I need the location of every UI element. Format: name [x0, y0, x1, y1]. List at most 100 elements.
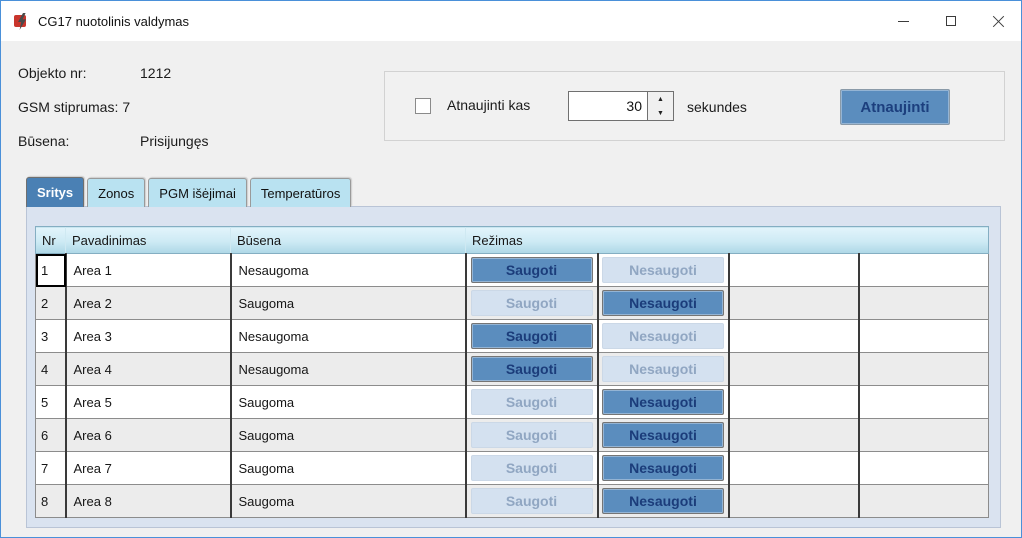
- tab-temperaturos[interactable]: Temperatūros: [249, 178, 352, 207]
- disarm-button-cell: Nesaugoti: [597, 451, 730, 485]
- empty-cell: [857, 286, 990, 320]
- stepper-down-button[interactable]: ▼: [648, 106, 673, 120]
- empty-cell: [728, 319, 860, 353]
- empty-cell: [857, 484, 990, 518]
- disarm-button[interactable]: Nesaugoti: [602, 455, 724, 481]
- lightning-bolt-icon: [14, 12, 29, 30]
- arm-button[interactable]: Saugoti: [470, 323, 593, 349]
- disarm-button[interactable]: Nesaugoti: [602, 488, 724, 514]
- arm-button[interactable]: Saugoti: [470, 455, 593, 481]
- empty-cell: [857, 352, 990, 386]
- disarm-button[interactable]: Nesaugoti: [602, 422, 724, 448]
- row-number-cell[interactable]: 6: [35, 418, 67, 452]
- empty-cell: [728, 418, 860, 452]
- table-row: 2 Area 2 Saugoma Saugoti Nesaugoti: [35, 286, 990, 320]
- area-state-cell: Nesaugoma: [230, 319, 467, 353]
- disarm-button[interactable]: Nesaugoti: [602, 323, 724, 349]
- arm-button[interactable]: Saugoti: [470, 389, 593, 415]
- area-name-cell[interactable]: Area 6: [65, 418, 232, 452]
- area-name-cell[interactable]: Area 1: [65, 253, 232, 287]
- disarm-button-cell: Nesaugoti: [597, 319, 730, 353]
- disarm-button[interactable]: Nesaugoti: [602, 290, 724, 316]
- arm-button[interactable]: Saugoti: [470, 356, 593, 382]
- arm-button-cell: Saugoti: [465, 253, 599, 287]
- row-number-cell[interactable]: 7: [35, 451, 67, 485]
- minimize-button[interactable]: [880, 1, 927, 41]
- close-button[interactable]: [974, 1, 1021, 41]
- arm-button[interactable]: Saugoti: [470, 257, 593, 283]
- tab-sritys[interactable]: Sritys: [26, 177, 85, 207]
- chevron-down-icon: ▼: [657, 109, 664, 117]
- row-number-cell[interactable]: 4: [35, 352, 67, 386]
- empty-cell: [728, 385, 860, 419]
- table-body: 1 Area 1 Nesaugoma Saugoti Nesaugoti 2 A…: [35, 253, 990, 518]
- auto-refresh-groupbox: Atnaujinti kas ▲ ▼ sekundes Atnaujinti: [384, 71, 1005, 141]
- auto-refresh-checkbox[interactable]: [415, 98, 431, 114]
- object-number-row: Objekto nr: 1212: [18, 65, 171, 81]
- arm-button-cell: Saugoti: [465, 319, 599, 353]
- arm-button-cell: Saugoti: [465, 385, 599, 419]
- arm-button-cell: Saugoti: [465, 484, 599, 518]
- seconds-label: sekundes: [687, 99, 747, 115]
- empty-cell: [857, 451, 990, 485]
- row-number-cell[interactable]: 8: [35, 484, 67, 518]
- gsm-strength-value: 7: [122, 99, 131, 115]
- status-row: Būsena: Prisijungęs: [18, 133, 208, 149]
- disarm-button-cell: Nesaugoti: [597, 253, 730, 287]
- row-number-cell[interactable]: 2: [35, 286, 67, 320]
- gsm-strength-label: GSM stiprumas:: [18, 99, 119, 115]
- empty-cell: [728, 451, 860, 485]
- tab-zonos[interactable]: Zonos: [87, 178, 146, 207]
- table-row: 7 Area 7 Saugoma Saugoti Nesaugoti: [35, 451, 990, 485]
- table-row: 6 Area 6 Saugoma Saugoti Nesaugoti: [35, 418, 990, 452]
- empty-cell: [728, 352, 860, 386]
- disarm-button[interactable]: Nesaugoti: [602, 389, 724, 415]
- empty-cell: [857, 253, 990, 287]
- arm-button[interactable]: Saugoti: [470, 488, 593, 514]
- status-label: Būsena:: [18, 133, 70, 149]
- table-row: 5 Area 5 Saugoma Saugoti Nesaugoti: [35, 385, 990, 419]
- disarm-button[interactable]: Nesaugoti: [602, 257, 724, 283]
- disarm-button-cell: Nesaugoti: [597, 484, 730, 518]
- areas-tab-panel: Nr Pavadinimas Būsena Režimas 1 Area 1 N…: [26, 206, 1001, 528]
- empty-cell: [857, 385, 990, 419]
- empty-cell: [857, 319, 990, 353]
- refresh-button[interactable]: Atnaujinti: [840, 89, 950, 125]
- area-name-cell[interactable]: Area 2: [65, 286, 232, 320]
- arm-button-cell: Saugoti: [465, 418, 599, 452]
- area-name-cell[interactable]: Area 3: [65, 319, 232, 353]
- maximize-button[interactable]: [927, 1, 974, 41]
- area-name-cell[interactable]: Area 7: [65, 451, 232, 485]
- row-number-cell[interactable]: 1: [35, 253, 67, 287]
- header-rezimas: Režimas: [464, 226, 990, 254]
- app-window: CG17 nuotolinis valdymas Objekto nr: 1212…: [0, 0, 1022, 538]
- interval-input[interactable]: [568, 91, 648, 121]
- header-pavadinimas: Pavadinimas: [65, 226, 231, 254]
- disarm-button[interactable]: Nesaugoti: [602, 356, 724, 382]
- areas-table: Nr Pavadinimas Būsena Režimas 1 Area 1 N…: [35, 226, 990, 518]
- disarm-button-cell: Nesaugoti: [597, 385, 730, 419]
- close-icon: [991, 15, 1005, 28]
- row-number-cell[interactable]: 3: [35, 319, 67, 353]
- tab-pgm-isejimai[interactable]: PGM išėjimai: [148, 178, 247, 207]
- area-state-cell: Nesaugoma: [230, 253, 467, 287]
- disarm-button-cell: Nesaugoti: [597, 286, 730, 320]
- empty-cell: [728, 484, 860, 518]
- arm-button[interactable]: Saugoti: [470, 290, 593, 316]
- stepper-up-button[interactable]: ▲: [648, 92, 673, 106]
- area-state-cell: Saugoma: [230, 484, 467, 518]
- table-row: 1 Area 1 Nesaugoma Saugoti Nesaugoti: [35, 253, 990, 287]
- header-nr: Nr: [35, 226, 66, 254]
- minimize-icon: [898, 20, 909, 22]
- area-name-cell[interactable]: Area 5: [65, 385, 232, 419]
- area-state-cell: Saugoma: [230, 286, 467, 320]
- area-name-cell[interactable]: Area 4: [65, 352, 232, 386]
- interval-input-group: ▲ ▼: [568, 91, 674, 121]
- arm-button[interactable]: Saugoti: [470, 422, 593, 448]
- area-state-cell: Saugoma: [230, 385, 467, 419]
- title-bar: CG17 nuotolinis valdymas: [1, 1, 1021, 41]
- row-number-cell[interactable]: 5: [35, 385, 67, 419]
- area-name-cell[interactable]: Area 8: [65, 484, 232, 518]
- disarm-button-cell: Nesaugoti: [597, 418, 730, 452]
- header-busena: Būsena: [230, 226, 466, 254]
